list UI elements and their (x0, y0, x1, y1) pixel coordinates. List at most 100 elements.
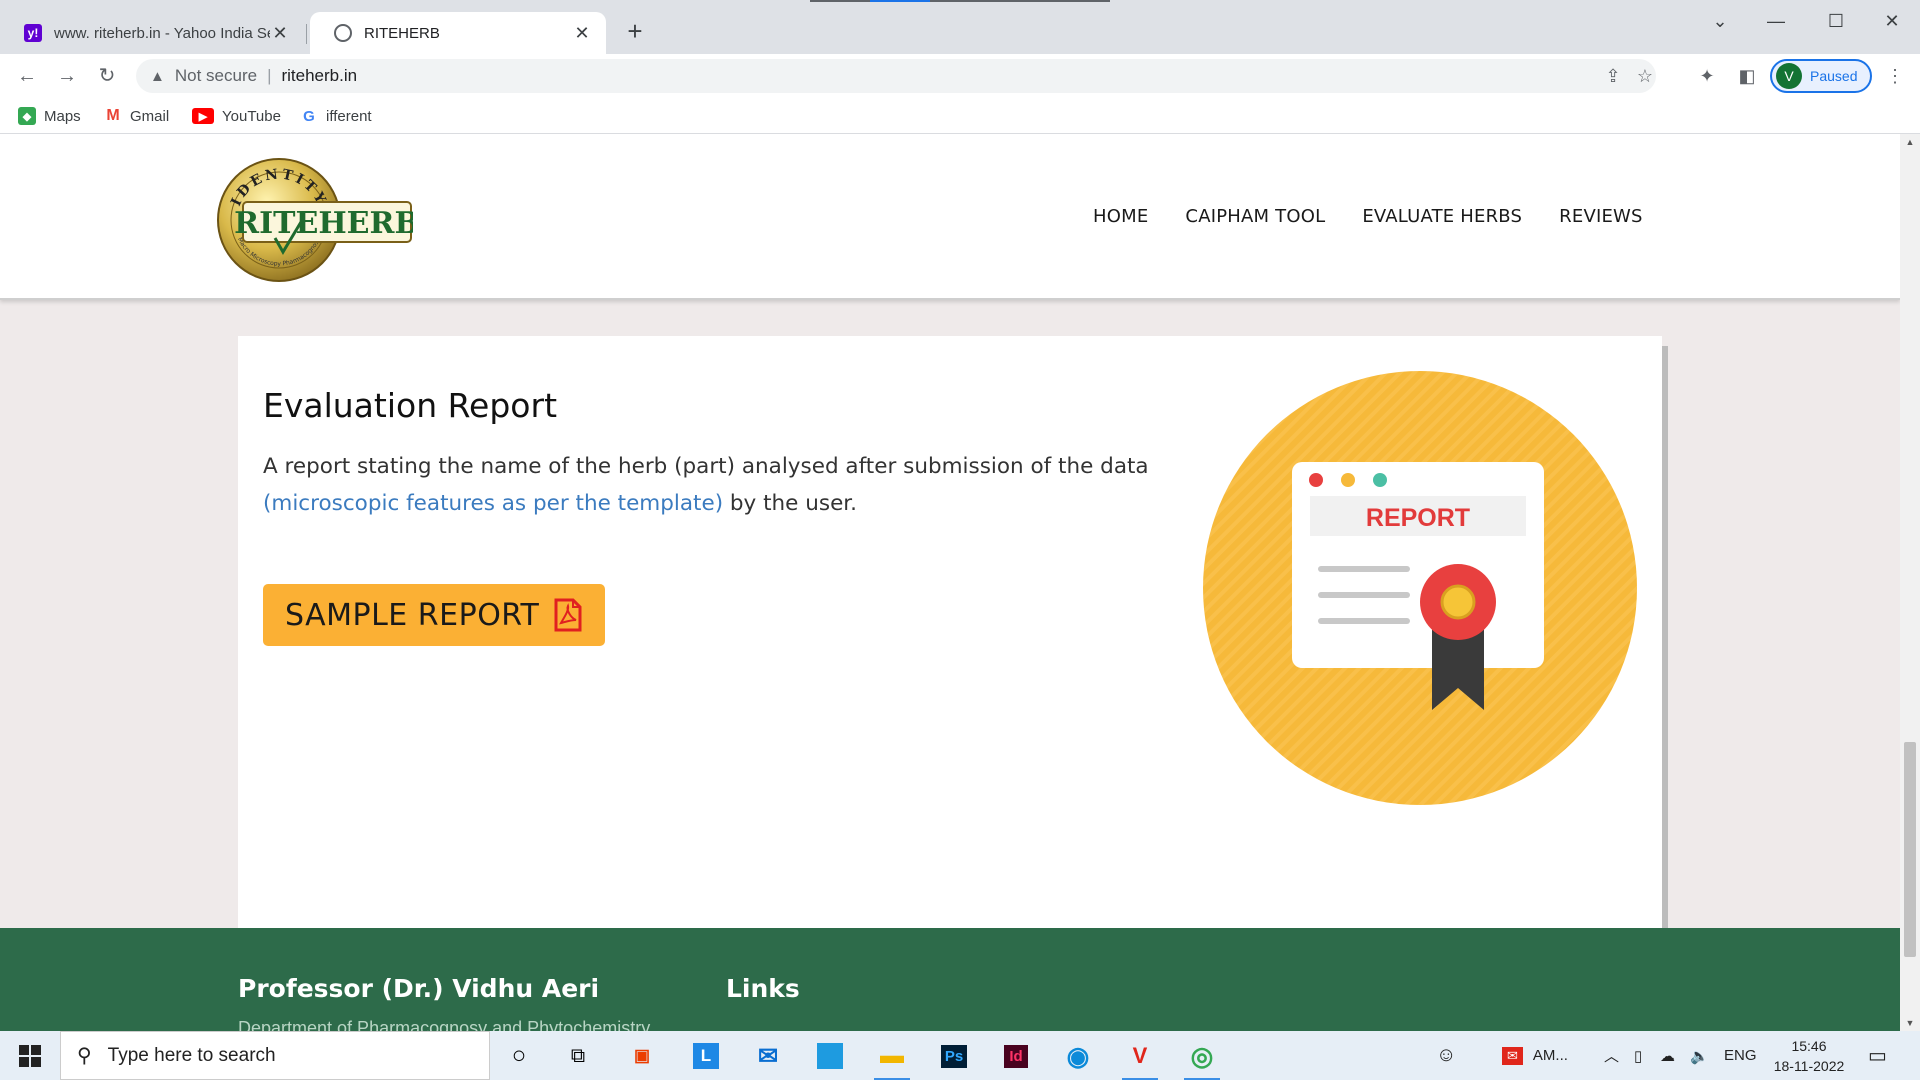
evaluation-report-card: Evaluation Report A report stating the n… (238, 336, 1662, 975)
tray-app-icon: ✉ (1502, 1046, 1523, 1065)
task-view-icon[interactable]: ⧉ (556, 1037, 600, 1075)
app-v-icon[interactable]: V (1118, 1037, 1162, 1080)
menu-icon[interactable]: ⋮ (1880, 61, 1910, 91)
report-label: REPORT (1366, 504, 1470, 532)
chrome-icon[interactable]: ◎ (1180, 1037, 1224, 1080)
tab-title: RITEHERB (364, 24, 440, 42)
window-dot-red (1309, 473, 1323, 487)
site-footer: Professor (Dr.) Vidhu Aeri Links Departm… (0, 928, 1900, 1031)
mail-icon[interactable]: ✉ (746, 1037, 790, 1075)
indesign-icon[interactable]: Id (994, 1037, 1038, 1075)
forward-button[interactable]: → (52, 61, 82, 91)
app-blue-icon[interactable] (808, 1037, 852, 1075)
page-scrollbar[interactable]: ▲ ▼ (1900, 134, 1920, 1031)
people-icon[interactable]: ☺ (1436, 1031, 1456, 1080)
site-header: IDENTITY Macro Microscopy Pharmacognosy … (0, 134, 1900, 300)
profile-status: Paused (1810, 68, 1858, 84)
tab-title: www. riteherb.in - Yahoo India Se (54, 24, 270, 42)
sample-report-label: SAMPLE REPORT (285, 597, 540, 633)
yahoo-icon: y! (24, 24, 42, 42)
security-label[interactable]: Not secure (175, 66, 257, 86)
browser-toolbar: ← → ↻ ▲ Not secure | riteherb.in ⇪ ☆ ✦ ◧… (0, 54, 1920, 98)
bookmark-maps[interactable]: ◆ Maps (18, 105, 81, 127)
window-top-edge (810, 0, 1110, 2)
page-viewport: IDENTITY Macro Microscopy Pharmacognosy … (0, 134, 1920, 1031)
notifications-icon[interactable]: ▭ (1868, 1031, 1887, 1080)
tray-app[interactable]: ✉ AM... (1502, 1031, 1568, 1080)
close-tab-icon[interactable]: ✕ (572, 23, 592, 44)
maximize-button[interactable]: ☐ (1816, 6, 1856, 36)
bookmark-google[interactable]: G ifferent (300, 105, 372, 127)
clock-date: 18-11-2022 (1773, 1058, 1845, 1074)
file-explorer-icon[interactable]: ▬ (870, 1037, 914, 1080)
profile-button[interactable]: V Paused (1770, 59, 1872, 93)
globe-icon (334, 24, 352, 42)
sample-report-button[interactable]: SAMPLE REPORT (263, 584, 606, 646)
avatar: V (1776, 63, 1802, 89)
back-button[interactable]: ← (12, 61, 42, 91)
tab-strip: y! www. riteherb.in - Yahoo India Se ✕ R… (0, 0, 1920, 54)
extensions-icon[interactable]: ✦ (1692, 61, 1722, 91)
scroll-up-icon[interactable]: ▲ (1900, 134, 1920, 150)
edge-icon[interactable]: ◉ (1056, 1037, 1100, 1075)
main-nav: HOME CAIPHAM TOOL EVALUATE HERBS REVIEWS (1093, 206, 1643, 227)
scroll-down-icon[interactable]: ▼ (1900, 1015, 1920, 1031)
youtube-icon: ▶ (192, 108, 214, 124)
footer-subtitle: Department of Pharmacognosy and Phytoche… (238, 1018, 651, 1031)
footer-name-heading: Professor (Dr.) Vidhu Aeri (238, 974, 600, 1003)
window-dot-yellow (1341, 473, 1355, 487)
bookmark-label: ifferent (326, 107, 372, 125)
address-divider: | (267, 66, 272, 85)
photoshop-icon[interactable]: Ps (932, 1037, 976, 1075)
taskbar-search[interactable]: ⚲ Type here to search (60, 1031, 490, 1080)
search-icon: ⚲ (77, 1045, 92, 1067)
address-bar[interactable]: ▲ Not secure | riteherb.in ⇪ ☆ (136, 59, 1656, 93)
volume-icon[interactable]: 🔈 (1690, 1031, 1709, 1080)
battery-icon[interactable]: ▯ (1634, 1031, 1642, 1080)
start-button[interactable] (0, 1031, 60, 1080)
close-tab-icon[interactable]: ✕ (270, 23, 290, 44)
minimize-button[interactable]: — (1756, 6, 1796, 36)
language-indicator[interactable]: ENG (1724, 1031, 1757, 1080)
bookmark-label: Gmail (130, 107, 170, 125)
bookmark-label: YouTube (222, 107, 281, 125)
tab-separator (306, 24, 307, 44)
reload-button[interactable]: ↻ (92, 61, 122, 91)
pdf-icon (554, 598, 582, 632)
windows-icon (19, 1044, 41, 1067)
nav-caipham-tool[interactable]: CAIPHAM TOOL (1185, 206, 1325, 227)
maps-icon: ◆ (18, 107, 36, 125)
nav-evaluate-herbs[interactable]: EVALUATE HERBS (1362, 206, 1522, 227)
warning-icon[interactable]: ▲ (150, 68, 165, 85)
bookmarks-bar: ◆ Maps M Gmail ▶ YouTube G ifferent (0, 98, 1920, 134)
url-text[interactable]: riteherb.in (281, 66, 357, 86)
new-tab-button[interactable]: + (620, 16, 650, 46)
nav-home[interactable]: HOME (1093, 206, 1148, 227)
description-text: A report stating the name of the herb (p… (263, 454, 1149, 479)
bookmark-gmail[interactable]: M Gmail (104, 105, 169, 127)
section-description: A report stating the name of the herb (p… (263, 448, 1163, 522)
show-hidden-icons[interactable]: ︿ (1604, 1031, 1619, 1080)
share-icon[interactable]: ⇪ (1598, 59, 1628, 93)
tab-search-icon[interactable]: ⌄ (1700, 6, 1740, 36)
app-l-icon[interactable]: L (684, 1037, 728, 1075)
section-title: Evaluation Report (263, 386, 558, 425)
tab-riteherb[interactable]: RITEHERB ✕ (310, 12, 606, 54)
close-window-button[interactable]: ✕ (1872, 6, 1912, 36)
office-icon[interactable]: ▣ (620, 1037, 664, 1075)
side-panel-icon[interactable]: ◧ (1732, 61, 1762, 91)
scrollbar-thumb[interactable] (1904, 742, 1916, 957)
template-link[interactable]: (microscopic features as per the templat… (263, 491, 723, 516)
tray-app-label: AM... (1532, 1047, 1568, 1064)
tab-yahoo[interactable]: y! www. riteherb.in - Yahoo India Se ✕ (0, 12, 304, 54)
cortana-icon[interactable]: ○ (497, 1037, 541, 1075)
riteherb-logo[interactable]: IDENTITY Macro Microscopy Pharmacognosy … (217, 156, 413, 284)
description-text-end: by the user. (723, 491, 857, 516)
clock[interactable]: 15:46 18-11-2022 (1764, 1036, 1854, 1076)
onedrive-icon[interactable]: ☁ (1660, 1031, 1675, 1080)
window-dot-green (1373, 473, 1387, 487)
nav-reviews[interactable]: REVIEWS (1559, 206, 1643, 227)
bookmark-label: Maps (44, 107, 81, 125)
bookmark-youtube[interactable]: ▶ YouTube (192, 105, 281, 127)
bookmark-star-icon[interactable]: ☆ (1630, 59, 1660, 93)
